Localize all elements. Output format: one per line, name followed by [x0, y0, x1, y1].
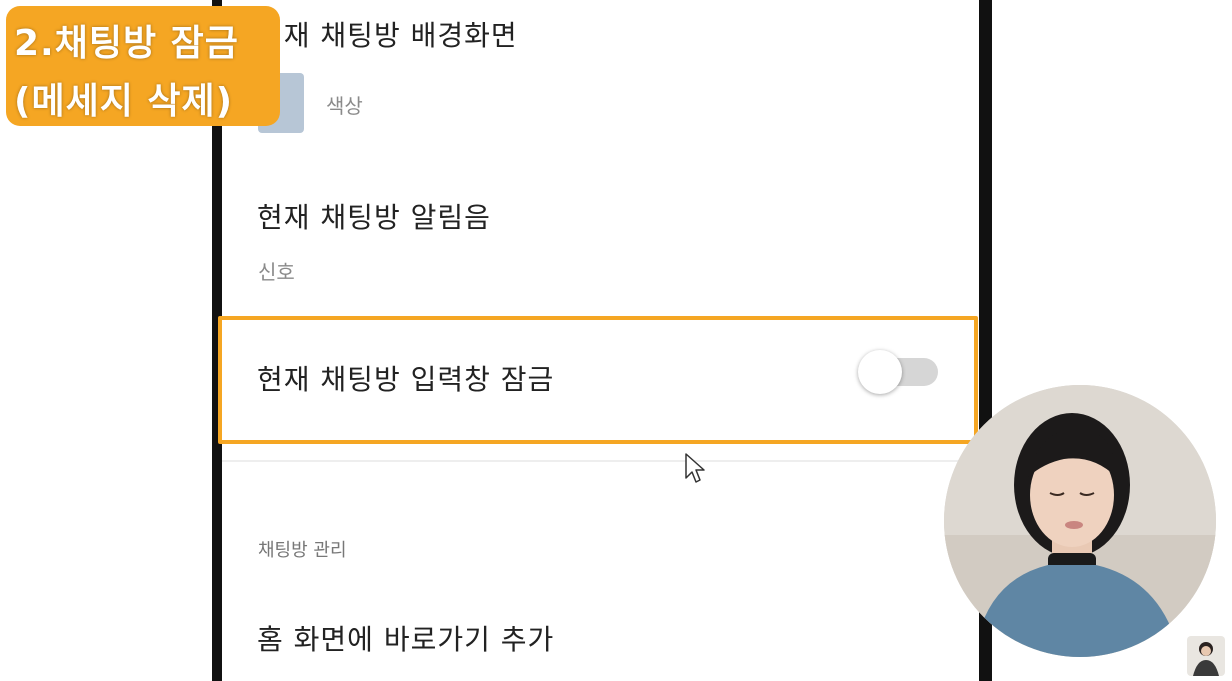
management-section-header: 채팅방 관리 [258, 540, 347, 561]
home-shortcut-setting[interactable]: 홈 화면에 바로가기 추가 [257, 618, 554, 658]
highlight-box [218, 316, 978, 444]
presenter-image [944, 385, 1216, 657]
avatar-icon [1193, 642, 1219, 676]
caption-line-2: (메세지 삭제) [14, 81, 234, 122]
presenter-webcam [944, 385, 1216, 657]
notification-setting-title[interactable]: 현재 채팅방 알림음 [257, 196, 491, 236]
notification-setting-value: 신호 [258, 260, 295, 284]
mouse-pointer-icon [685, 453, 705, 483]
background-setting-title[interactable]: 현재 채팅방 배경화면 [257, 14, 518, 54]
sign-language-avatar [1187, 636, 1225, 676]
background-setting-value: 색상 [326, 94, 363, 118]
caption-line-1: 2.채팅방 잠금 [14, 23, 239, 64]
section-divider [222, 460, 979, 462]
